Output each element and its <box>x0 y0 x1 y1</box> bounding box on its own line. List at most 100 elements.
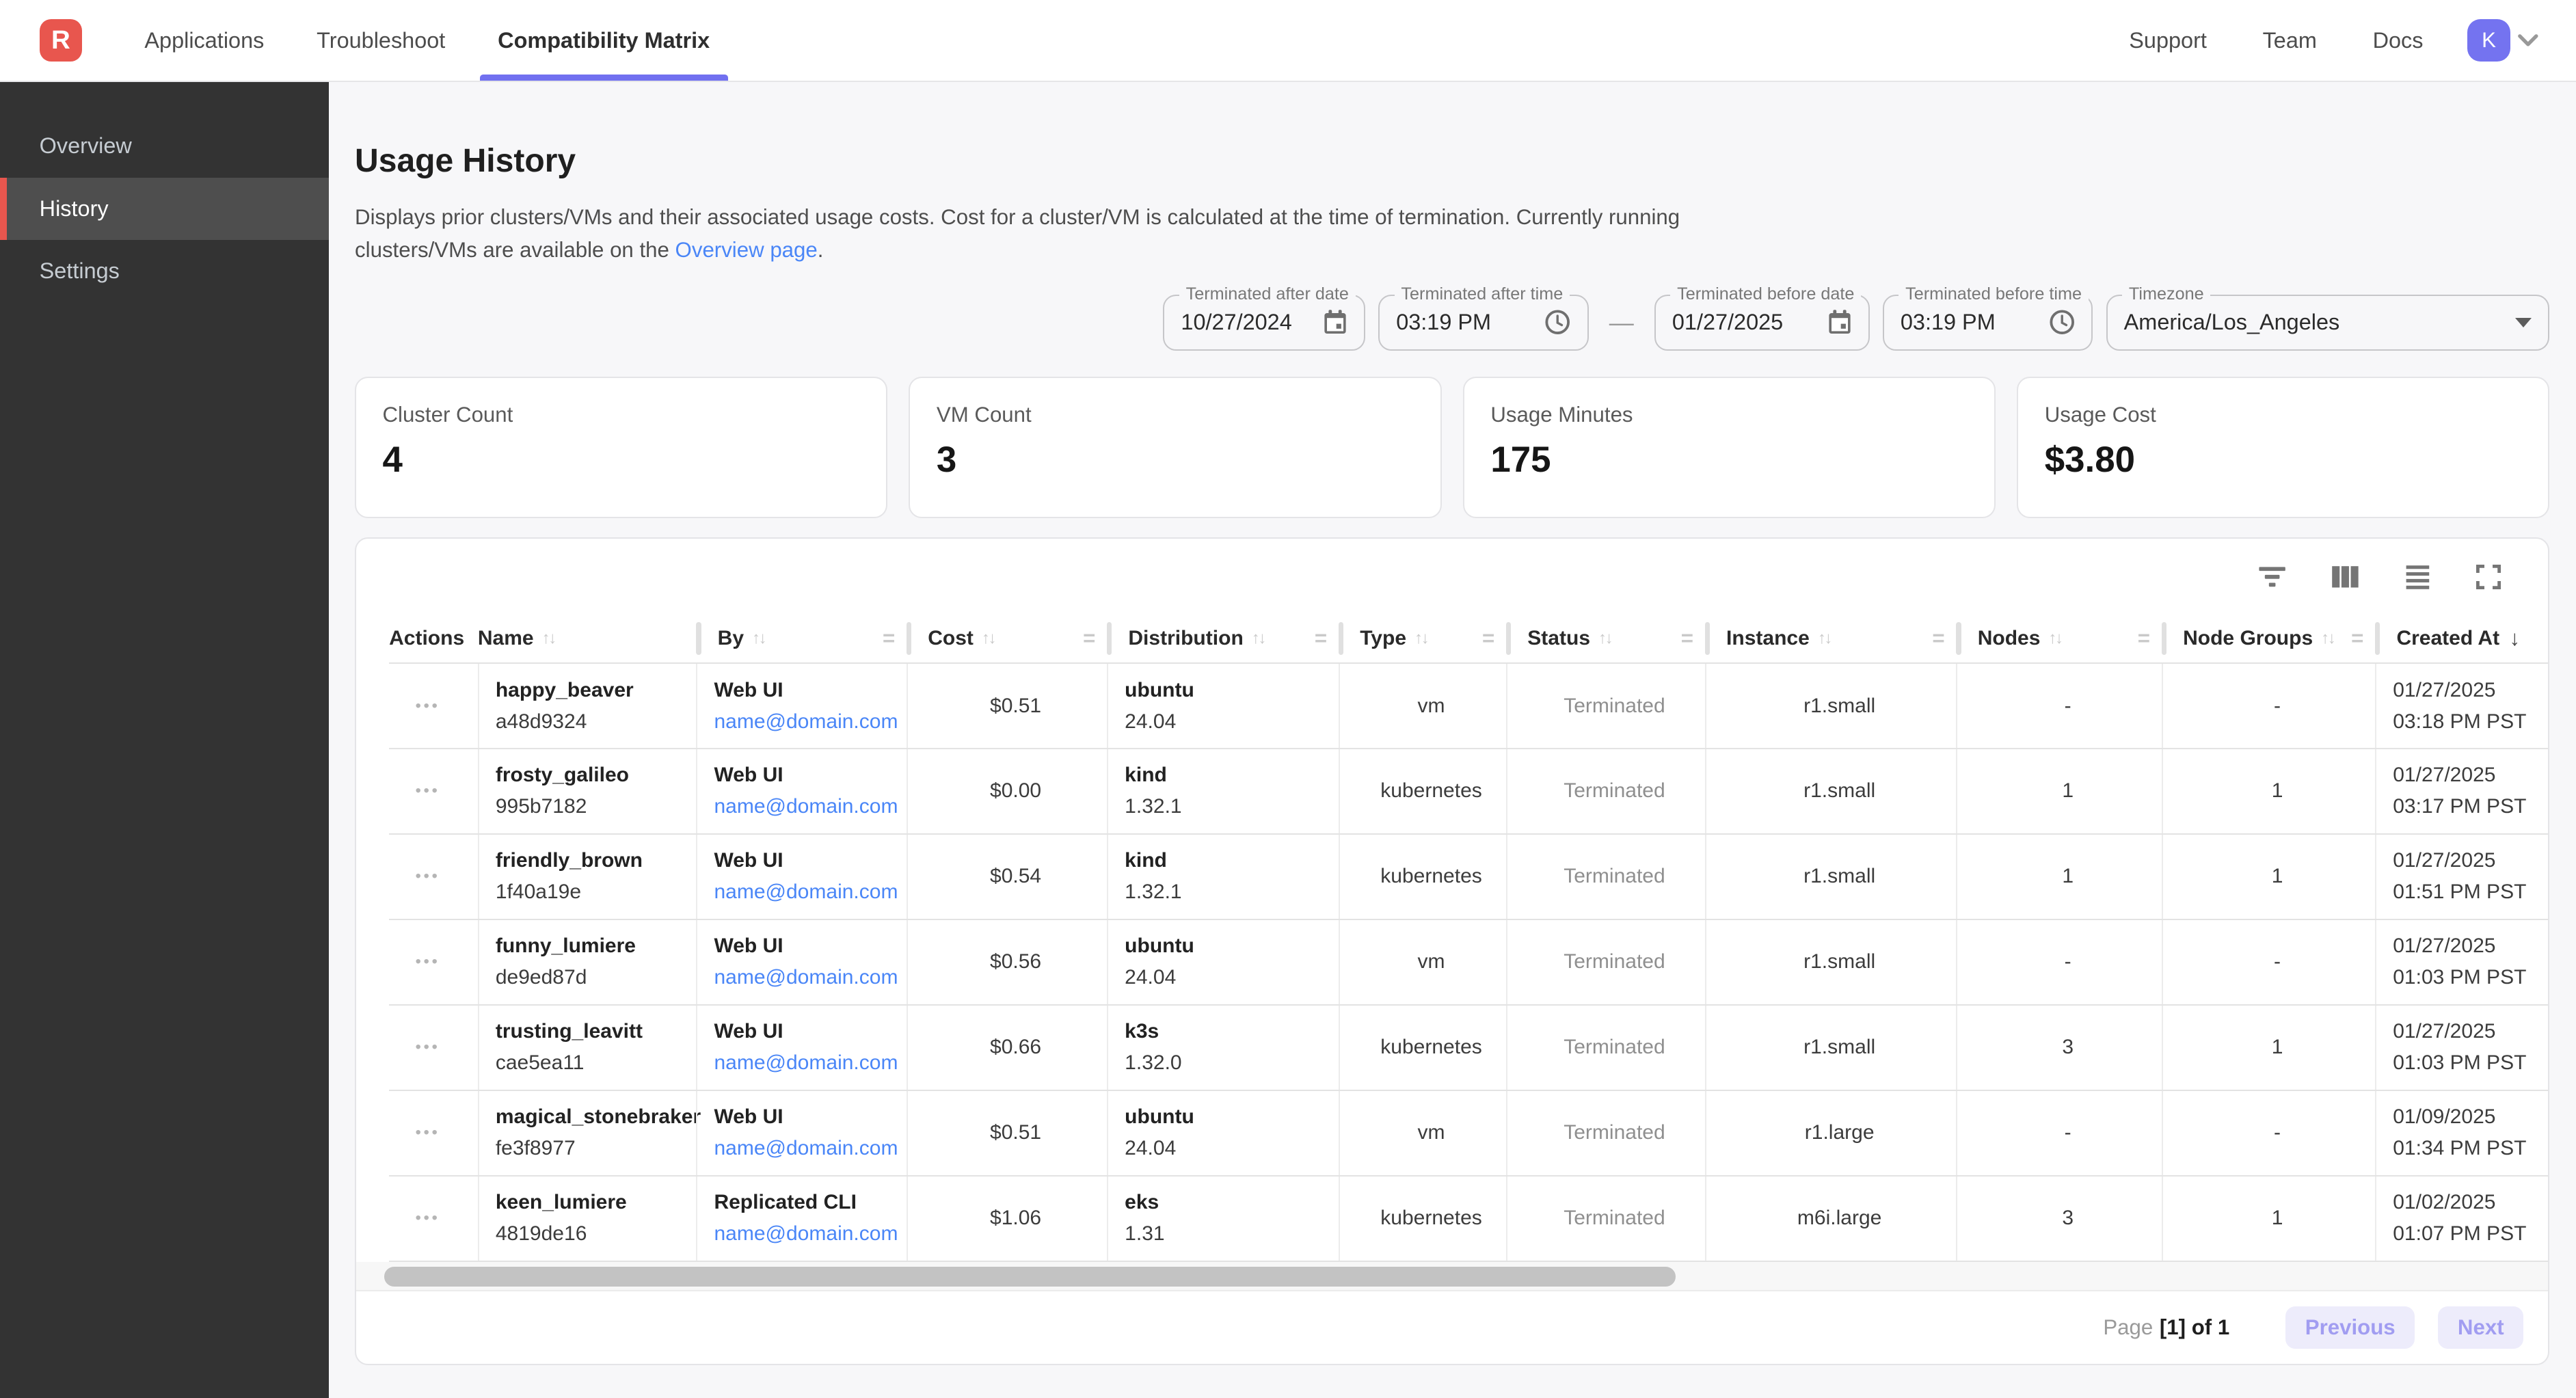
calendar-icon[interactable] <box>1310 309 1347 335</box>
terminated-after-date-field[interactable]: Terminated after date 10/27/2024 <box>1163 295 1365 351</box>
column-resize-handle[interactable]: = <box>1932 626 1944 651</box>
column-resize-handle[interactable]: = <box>1315 626 1327 651</box>
cell-name: trusting_leavittcae5ea11 <box>478 1006 697 1090</box>
replicated-logo[interactable]: R <box>40 19 82 62</box>
density-icon[interactable] <box>2404 565 2432 589</box>
email-link[interactable]: name@domain.com <box>714 1137 907 1160</box>
filter-row: Terminated after date 10/27/2024 Termina… <box>355 295 2549 351</box>
stat-value: $3.80 <box>2045 439 2522 481</box>
row-actions-button[interactable]: ••• <box>389 1091 478 1175</box>
row-actions-button[interactable]: ••• <box>389 1177 478 1261</box>
row-actions-button[interactable]: ••• <box>389 664 478 748</box>
nav-item-troubleshoot[interactable]: Troubleshoot <box>299 0 464 81</box>
column-resize-handle[interactable]: = <box>883 626 895 651</box>
table-row: •••trusting_leavittcae5ea11Web UIname@do… <box>389 1006 2548 1091</box>
cell-name: funny_lumierede9ed87d <box>478 920 697 1004</box>
timezone-select[interactable]: Timezone America/Los_Angeles <box>2106 295 2550 351</box>
column-resize-handle[interactable]: = <box>1083 626 1095 651</box>
email-link[interactable]: name@domain.com <box>714 795 907 818</box>
column-label: Cost <box>928 627 974 650</box>
nav-right-group: Support Team Docs K <box>2101 19 2575 62</box>
terminated-after-time-field[interactable]: Terminated after time 03:19 PM <box>1378 295 1589 351</box>
sort-desc-icon[interactable]: ↓ <box>2510 626 2521 651</box>
column-header-name[interactable]: Name↑↓ <box>478 615 697 662</box>
nav-item-label: Team <box>2263 28 2317 53</box>
cell-nodes: 3 <box>1956 1006 2161 1090</box>
nav-item-docs[interactable]: Docs <box>2354 28 2441 53</box>
overview-page-link[interactable]: Overview page <box>675 238 818 262</box>
email-link[interactable]: name@domain.com <box>714 966 907 989</box>
column-header-status[interactable]: Status ↑↓ = <box>1506 615 1705 662</box>
clock-icon[interactable] <box>2036 309 2076 335</box>
nav-item-support[interactable]: Support <box>2111 28 2225 53</box>
nav-item-applications[interactable]: Applications <box>126 0 282 81</box>
terminated-before-time-field[interactable]: Terminated before time 03:19 PM <box>1883 295 2093 351</box>
cell-instance: r1.small <box>1705 835 1957 919</box>
scrollbar-thumb[interactable] <box>384 1267 1676 1287</box>
sort-icon[interactable]: ↑↓ <box>1414 629 1427 648</box>
email-link[interactable]: name@domain.com <box>714 1051 907 1075</box>
column-header-actions: Actions <box>389 615 478 662</box>
column-separator <box>2375 622 2380 655</box>
sort-icon[interactable]: ↑↓ <box>1598 629 1611 648</box>
column-header-by[interactable]: By↑↓= <box>696 615 907 662</box>
row-actions-button[interactable]: ••• <box>389 749 478 833</box>
sort-icon[interactable]: ↑↓ <box>752 629 765 648</box>
sort-icon[interactable]: ↑↓ <box>542 629 555 648</box>
cell-name: friendly_brown1f40a19e <box>478 835 697 919</box>
chevron-down-icon[interactable] <box>2517 33 2540 48</box>
column-header-cost[interactable]: Cost ↑↓ = <box>907 615 1107 662</box>
row-actions-button[interactable]: ••• <box>389 835 478 919</box>
description-text: clusters/VMs are available on the <box>355 238 675 262</box>
next-page-button[interactable]: Next <box>2438 1306 2523 1349</box>
column-resize-handle[interactable]: = <box>1482 626 1494 651</box>
column-header-instance[interactable]: Instance↑↓= <box>1705 615 1957 662</box>
sidebar-item-history[interactable]: History <box>0 178 329 240</box>
description-line-2: clusters/VMs are available on the Overvi… <box>355 234 2549 267</box>
cell-created-at: 01/27/202501:51 PM PST <box>2375 835 2536 919</box>
email-link[interactable]: name@domain.com <box>714 1222 907 1246</box>
nav-item-label: Docs <box>2373 28 2424 53</box>
sidebar-item-overview[interactable]: Overview <box>0 115 329 177</box>
email-link[interactable]: name@domain.com <box>714 710 907 734</box>
previous-page-button[interactable]: Previous <box>2285 1306 2415 1349</box>
email-link[interactable]: name@domain.com <box>714 881 907 904</box>
cell-name: frosty_galileo995b7182 <box>478 749 697 833</box>
sort-icon[interactable]: ↑↓ <box>2321 629 2334 648</box>
field-value: 10/27/2024 <box>1181 310 1291 335</box>
sort-icon[interactable]: ↑↓ <box>2048 629 2061 648</box>
table-row: •••keen_lumiere4819de16Replicated CLInam… <box>389 1177 2548 1262</box>
column-resize-handle[interactable]: = <box>1681 626 1693 651</box>
sort-icon[interactable]: ↑↓ <box>1252 629 1265 648</box>
cell-type: kubernetes <box>1339 1006 1506 1090</box>
cell-instance: r1.small <box>1705 920 1957 1004</box>
sort-icon[interactable]: ↑↓ <box>982 629 995 648</box>
columns-icon[interactable] <box>2331 565 2359 589</box>
column-label: Status <box>1527 627 1590 650</box>
column-resize-handle[interactable]: = <box>2351 626 2363 651</box>
nav-item-team[interactable]: Team <box>2244 28 2335 53</box>
sort-icon[interactable]: ↑↓ <box>1818 629 1831 648</box>
column-header-type[interactable]: Type↑↓= <box>1339 615 1506 662</box>
avatar[interactable]: K <box>2467 19 2510 62</box>
terminated-before-date-field[interactable]: Terminated before date 01/27/2025 <box>1654 295 1870 351</box>
column-header-node-groups[interactable]: Node Groups↑↓= <box>2162 615 2375 662</box>
calendar-icon[interactable] <box>1814 309 1851 335</box>
clock-icon[interactable] <box>1531 309 1571 335</box>
column-header-created-at[interactable]: Created At↓ <box>2375 615 2536 662</box>
cell-distribution: k3s1.32.0 <box>1107 1006 1339 1090</box>
cell-created-at: 01/27/202503:18 PM PST <box>2375 664 2536 748</box>
filter-icon[interactable] <box>2257 565 2287 589</box>
row-actions-button[interactable]: ••• <box>389 920 478 1004</box>
column-header-nodes[interactable]: Nodes↑↓= <box>1956 615 2161 662</box>
fullscreen-icon[interactable] <box>2476 565 2501 589</box>
column-header-distribution[interactable]: Distribution↑↓= <box>1107 615 1339 662</box>
stat-label: VM Count <box>937 403 1414 427</box>
row-actions-button[interactable]: ••• <box>389 1006 478 1090</box>
range-separator: — <box>1602 308 1641 337</box>
cell-node-groups: - <box>2162 920 2375 1004</box>
cell-status: Terminated <box>1506 664 1705 748</box>
nav-item-compatibility-matrix[interactable]: Compatibility Matrix <box>480 0 728 81</box>
column-resize-handle[interactable]: = <box>2138 626 2150 651</box>
sidebar-item-settings[interactable]: Settings <box>0 240 329 302</box>
